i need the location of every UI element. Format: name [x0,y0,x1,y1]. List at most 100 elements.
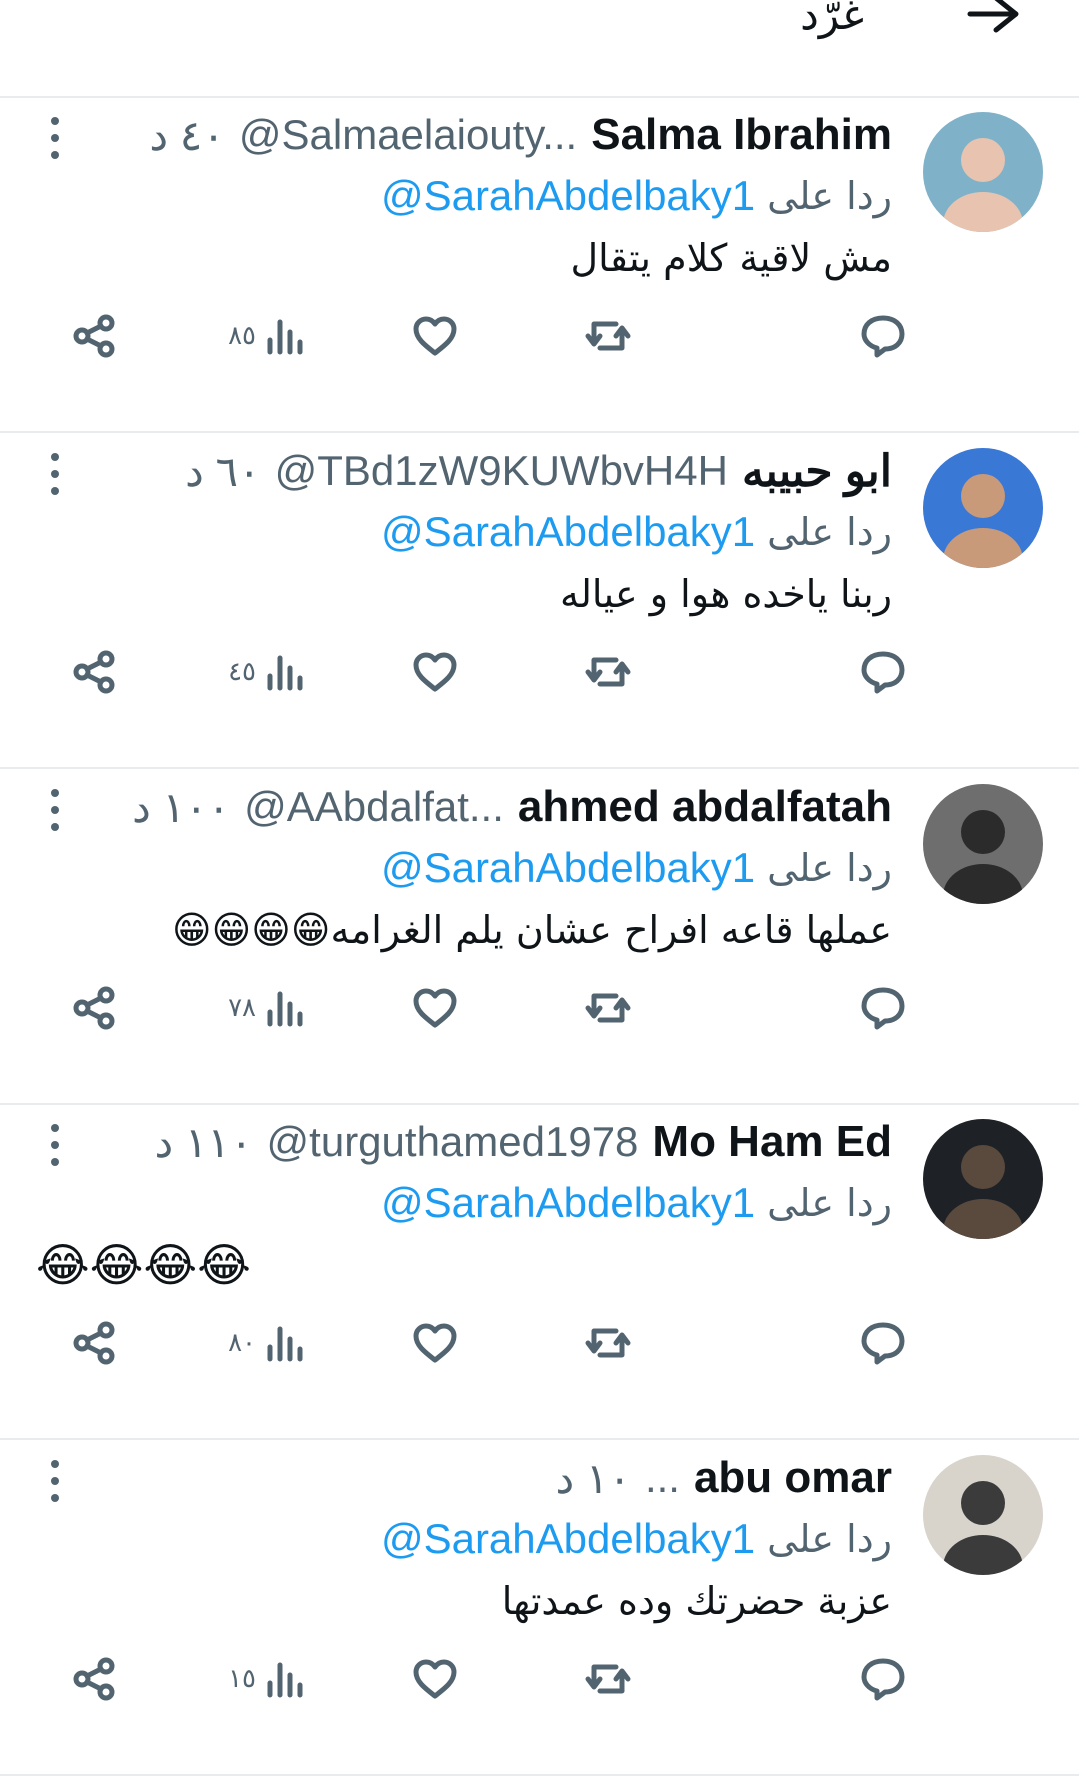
author-name[interactable]: ahmed abdalfatah [518,782,892,832]
author-name[interactable]: Salma Ibrahim [591,110,892,160]
top-bar: غرّد [0,0,1079,98]
tweet[interactable]: Mo Ham Ed @turguthamed1978 ١١٠ د ردا على… [0,1103,1079,1440]
replying-to-label: ردا على [767,846,892,890]
tweet-text: عملها قاعه افراح عشان يلم الغرامه😁😁😁😁 [172,908,892,952]
views-button[interactable]: ١٥ [228,1641,306,1717]
tweet[interactable]: ahmed abdalfatah @AAbdalfat... ١٠٠ د ردا… [0,768,1079,1105]
views-count: ٧٨ [228,993,256,1023]
retweet-icon [585,993,631,1023]
share-button[interactable] [72,970,118,1046]
share-icon [73,314,115,358]
like-button[interactable] [412,1305,458,1381]
replying-to-handle[interactable]: @SarahAbdelbaky1 [381,1179,755,1227]
share-icon [73,650,115,694]
reply-button[interactable] [860,298,906,374]
tweet-meta: ابو حبيبه @TBd1zW9KUWbvH4H ٦٠ د [185,442,892,500]
more-vertical-icon[interactable] [46,452,64,496]
retweet-button[interactable] [582,970,634,1046]
author-name[interactable]: ابو حبيبه [742,446,892,497]
tweet-time[interactable]: ١٠ د [555,1454,631,1503]
tweet-text: ربنا ياخده هوا و عياله [559,572,892,616]
retweet-icon [585,1664,631,1694]
author-handle[interactable]: @turguthamed1978 [267,1118,639,1166]
author-name[interactable]: Mo Ham Ed [652,1117,892,1167]
tweet-time[interactable]: ٦٠ د [185,447,261,496]
like-button[interactable] [412,634,458,710]
retweet-button[interactable] [582,298,634,374]
tweet-meta: ahmed abdalfatah @AAbdalfat... ١٠٠ د [132,778,892,836]
reply-button[interactable] [860,970,906,1046]
tweet-meta: Salma Ibrahim @Salmaelaiouty... ٤٠ د [149,106,892,164]
avatar[interactable] [923,112,1043,232]
views-icon [267,1326,303,1362]
replying-to-handle[interactable]: @SarahAbdelbaky1 [381,172,755,220]
tweet-meta: abu omar ... ١٠ د [555,1449,892,1507]
more-vertical-icon[interactable] [46,116,64,160]
replying-to-handle[interactable]: @SarahAbdelbaky1 [381,1515,755,1563]
like-icon [413,988,457,1028]
reply-button[interactable] [860,1305,906,1381]
reply-icon [861,315,905,358]
share-button[interactable] [72,1305,118,1381]
replying-to-handle[interactable]: @SarahAbdelbaky1 [381,508,755,556]
tweet-actions: ١٥ [0,1641,1079,1717]
share-icon [73,986,115,1030]
reply-icon [861,1322,905,1365]
replying-to-label: ردا على [767,1517,892,1561]
replying-to-handle[interactable]: @SarahAbdelbaky1 [381,844,755,892]
views-count: ١٥ [228,1664,256,1694]
share-button[interactable] [72,634,118,710]
share-icon [73,1321,115,1365]
avatar[interactable] [923,784,1043,904]
more-vertical-icon[interactable] [46,788,64,832]
tweet-time[interactable]: ١١٠ د [154,1118,252,1167]
avatar[interactable] [923,1119,1043,1239]
tweet[interactable]: Salma Ibrahim @Salmaelaiouty... ٤٠ د ردا… [0,96,1079,433]
compose-title[interactable]: غرّد [800,0,864,39]
author-handle[interactable]: @Salmaelaiouty... [239,111,577,159]
like-icon [413,1659,457,1699]
author-handle[interactable]: @TBd1zW9KUWbvH4H [275,447,728,495]
retweet-icon [585,657,631,687]
retweet-button[interactable] [582,1641,634,1717]
views-count: ٨٠ [228,1328,256,1358]
like-icon [413,1323,457,1363]
tweet[interactable]: ابو حبيبه @TBd1zW9KUWbvH4H ٦٠ د ردا على … [0,432,1079,769]
views-icon [267,991,303,1027]
tweet-meta: Mo Ham Ed @turguthamed1978 ١١٠ د [154,1113,892,1171]
like-icon [413,652,457,692]
tweet-text: مش لاقية كلام يتقال [570,236,892,280]
more-vertical-icon[interactable] [46,1123,64,1167]
reply-icon [861,1658,905,1701]
avatar[interactable] [923,448,1043,568]
retweet-button[interactable] [582,1305,634,1381]
share-button[interactable] [72,1641,118,1717]
tweet[interactable]: abu omar ... ١٠ د ردا على @SarahAbdelbak… [0,1439,1079,1776]
like-button[interactable] [412,1641,458,1717]
replying-to-label: ردا على [767,1181,892,1225]
share-button[interactable] [72,298,118,374]
views-count: ٨٥ [228,321,256,351]
author-handle[interactable]: ... [645,1454,680,1502]
like-icon [413,316,457,356]
views-icon [267,319,303,355]
like-button[interactable] [412,970,458,1046]
reply-button[interactable] [860,1641,906,1717]
retweet-button[interactable] [582,634,634,710]
more-vertical-icon[interactable] [46,1459,64,1503]
views-icon [267,1662,303,1698]
avatar[interactable] [923,1455,1043,1575]
replying-to: ردا على @SarahAbdelbaky1 [381,1511,892,1567]
author-name[interactable]: abu omar [694,1453,892,1503]
views-button[interactable]: ٨٠ [228,1305,306,1381]
tweet-time[interactable]: ١٠٠ د [132,783,230,832]
tweet-text: 😂😂😂😂 [36,1238,251,1292]
author-handle[interactable]: @AAbdalfat... [244,783,504,831]
reply-button[interactable] [860,634,906,710]
views-button[interactable]: ٧٨ [228,970,306,1046]
back-arrow-icon[interactable] [964,0,1024,46]
views-button[interactable]: ٨٥ [228,298,306,374]
like-button[interactable] [412,298,458,374]
views-button[interactable]: ٤٥ [228,634,306,710]
tweet-time[interactable]: ٤٠ د [149,111,225,160]
